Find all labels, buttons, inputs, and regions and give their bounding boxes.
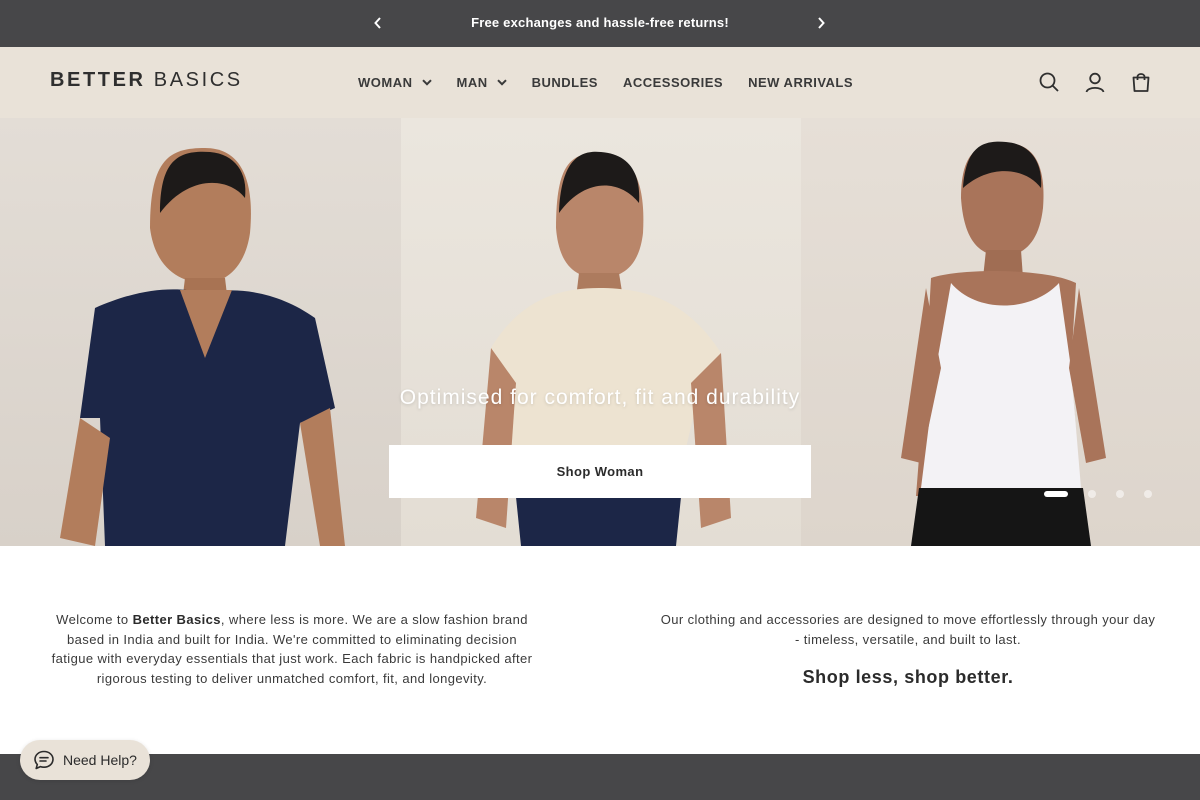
intro-brand-name: Better Basics — [132, 612, 221, 627]
nav-item-bundles[interactable]: BUNDLES — [532, 75, 598, 90]
chevron-down-icon — [496, 79, 507, 86]
announcement-bar: Free exchanges and hassle-free returns! — [0, 0, 1200, 47]
header-actions — [1015, 70, 1153, 94]
nav-item-man[interactable]: MAN — [457, 75, 507, 90]
slide-indicators — [1044, 490, 1152, 498]
hero-banner: Optimised for comfort, fit and durabilit… — [0, 118, 1200, 546]
footer-band — [0, 754, 1200, 800]
slide-dot-1[interactable] — [1044, 491, 1068, 497]
intro-welcome-text: Welcome to Better Basics, where less is … — [50, 610, 534, 688]
chevron-right-icon — [818, 17, 825, 29]
nav-label-man: MAN — [456, 75, 488, 90]
hero-image-navy-vneck — [0, 118, 401, 546]
nav-item-accessories[interactable]: ACCESSORIES — [623, 75, 723, 90]
slide-dot-4[interactable] — [1144, 490, 1152, 498]
search-button[interactable] — [1037, 70, 1061, 94]
slide-dot-2[interactable] — [1088, 490, 1096, 498]
slide-dot-3[interactable] — [1116, 490, 1124, 498]
hero-title: Optimised for comfort, fit and durabilit… — [399, 386, 801, 409]
intro-prefix: Welcome to — [56, 612, 133, 627]
chevron-left-icon — [374, 17, 381, 29]
logo-text-basics: BASICS — [153, 69, 243, 91]
hero-image-white-tank — [801, 118, 1200, 546]
intro-design-text: Our clothing and accessories are designe… — [660, 612, 1156, 647]
search-icon — [1039, 72, 1059, 92]
nav-label-bundles: BUNDLES — [531, 75, 598, 90]
nav-item-woman[interactable]: WOMAN — [358, 75, 432, 90]
need-help-button[interactable]: Need Help? — [20, 740, 150, 780]
announcement-message: Free exchanges and hassle-free returns! — [471, 15, 729, 30]
brand-logo[interactable]: BETTER BASICS — [50, 69, 243, 92]
nav-label-new-arrivals: NEW ARRIVALS — [748, 75, 854, 90]
site-header: BETTER BASICS WOMAN MAN BUNDLES ACCESSOR… — [0, 47, 1200, 118]
announcement-next-button[interactable] — [809, 11, 833, 35]
announcement-prev-button[interactable] — [366, 11, 390, 35]
cart-button[interactable] — [1129, 70, 1153, 94]
intro-right-column: Our clothing and accessories are designe… — [660, 610, 1156, 688]
chevron-down-icon — [421, 79, 432, 86]
shop-woman-button[interactable]: Shop Woman — [389, 445, 811, 498]
cart-icon — [1132, 73, 1150, 92]
account-button[interactable] — [1083, 70, 1107, 94]
nav-label-woman: WOMAN — [358, 75, 413, 90]
nav-label-accessories: ACCESSORIES — [622, 75, 724, 90]
chat-bubble-icon — [34, 750, 54, 770]
account-icon — [1085, 72, 1105, 93]
logo-text-better: BETTER — [50, 69, 146, 91]
nav-item-new-arrivals[interactable]: NEW ARRIVALS — [748, 75, 853, 90]
need-help-label: Need Help? — [63, 752, 137, 768]
main-nav: WOMAN MAN BUNDLES ACCESSORIES NEW ARRIVA… — [358, 47, 878, 118]
intro-tagline: Shop less, shop better. — [802, 667, 1014, 687]
